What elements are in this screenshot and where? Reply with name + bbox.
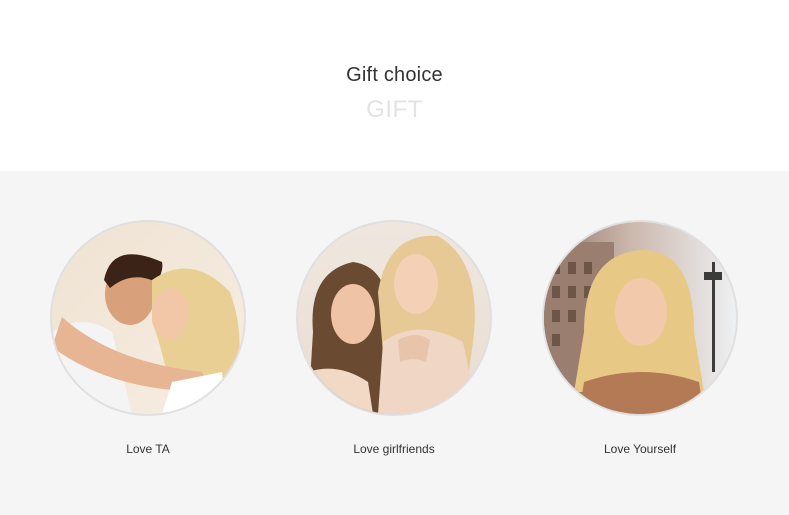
- gift-choice-grid: Love TA Love girlfriends Love Yourself: [0, 171, 789, 515]
- couple-embracing-photo[interactable]: [50, 220, 246, 416]
- gift-card-label[interactable]: Love TA: [50, 442, 246, 456]
- section-header: Gift choice GIFT: [0, 0, 789, 171]
- gift-card-love-yourself[interactable]: Love Yourself: [542, 220, 738, 470]
- section-subtitle: GIFT: [366, 96, 423, 123]
- gift-card-love-ta[interactable]: Love TA: [50, 220, 246, 470]
- section-title: Gift choice: [346, 64, 443, 86]
- two-women-friends-photo[interactable]: [296, 220, 492, 416]
- gift-card-label[interactable]: Love Yourself: [542, 442, 738, 456]
- blonde-woman-city-photo[interactable]: [542, 220, 738, 416]
- gift-card-love-girlfriends[interactable]: Love girlfriends: [296, 220, 492, 470]
- gift-card-label[interactable]: Love girlfriends: [296, 442, 492, 456]
